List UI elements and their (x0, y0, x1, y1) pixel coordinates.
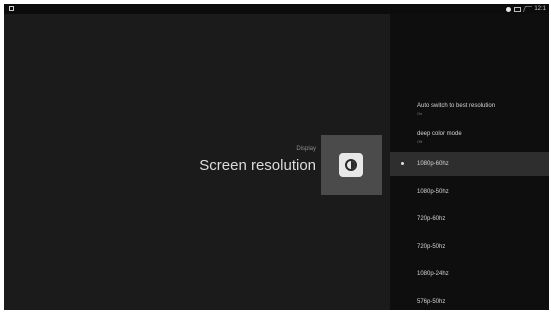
item-value: Off (417, 139, 423, 144)
resolution-item-1080p-60hz[interactable]: 1080p-60hz (390, 152, 549, 176)
page-title: Screen resolution (199, 157, 316, 174)
bullet-icon (401, 162, 404, 165)
list-item-deep-color[interactable]: deep color mode Off (390, 130, 549, 150)
item-value: On (417, 111, 423, 116)
item-label: 1080p-60hz (417, 161, 449, 167)
list-item-auto-switch[interactable]: Auto switch to best resolution On (390, 102, 549, 122)
status-bar: 12:1 (4, 4, 549, 14)
title-icon-tile (321, 135, 382, 195)
resolution-item-720p-50hz[interactable]: 720p-50hz (390, 243, 549, 255)
resolution-item-576p-50hz[interactable]: 576p-50hz (390, 298, 549, 308)
notification-dot-icon (506, 6, 512, 12)
clock: 12:1 (534, 6, 546, 12)
tv-screen: 12:1 Display Screen resolution Auto swit… (4, 4, 549, 310)
app-icon (9, 6, 14, 11)
resolution-item-720p-60hz[interactable]: 720p-60hz (390, 215, 549, 227)
item-label: 1080p-50hz (417, 189, 449, 195)
item-label: 1080p-24hz (417, 271, 449, 277)
network-icon (514, 6, 522, 12)
settings-list: Auto switch to best resolution On deep c… (390, 14, 549, 310)
status-indicators: 12:1 (506, 5, 546, 13)
header-pane: Display Screen resolution (4, 14, 389, 310)
item-label: 576p-50hz (417, 299, 446, 305)
resolution-item-1080p-24hz[interactable]: 1080p-24hz (390, 270, 549, 282)
section-label: Display (296, 146, 316, 152)
item-label: deep color mode (417, 131, 462, 137)
item-label: Auto switch to best resolution (417, 103, 496, 109)
wifi-icon (523, 6, 533, 12)
item-label: 720p-50hz (417, 244, 446, 250)
brightness-icon (339, 153, 363, 177)
item-label: 720p-60hz (417, 216, 446, 222)
resolution-item-1080p-50hz[interactable]: 1080p-50hz (390, 188, 549, 200)
